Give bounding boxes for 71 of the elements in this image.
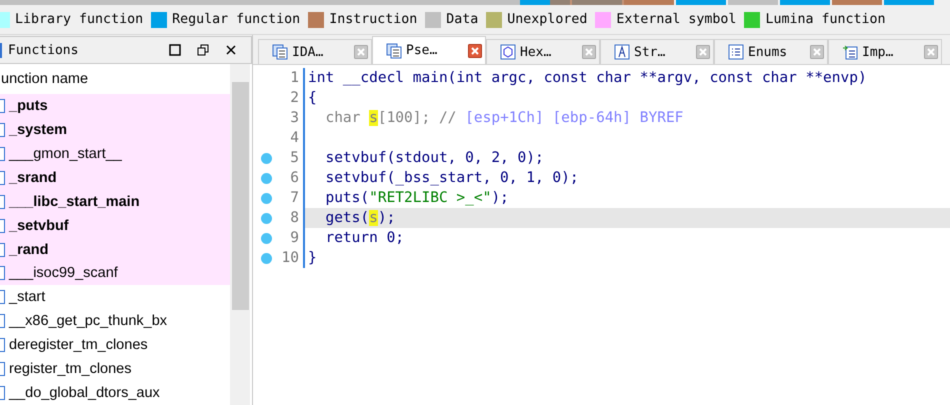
function-row[interactable]: _puts bbox=[0, 94, 230, 118]
view-tab[interactable]: Enums bbox=[714, 39, 828, 64]
letter-icon bbox=[614, 44, 630, 60]
breakpoint-dot[interactable] bbox=[261, 192, 272, 204]
line-number: 8 bbox=[289, 210, 300, 226]
breakpoint-dot[interactable] bbox=[261, 212, 272, 224]
legend-label: Instruction bbox=[329, 12, 418, 27]
view-tab[interactable]: Hex… bbox=[486, 39, 600, 64]
line-number: 6 bbox=[289, 170, 300, 186]
close-icon[interactable] bbox=[468, 44, 482, 58]
document-icon bbox=[386, 42, 402, 58]
breakpoint-dot[interactable] bbox=[261, 172, 272, 184]
breakpoint-dot[interactable] bbox=[261, 152, 272, 164]
scrollbar[interactable] bbox=[230, 64, 250, 405]
code-line: int __cdecl main(int argc, const char **argv, const char **envp) bbox=[307, 70, 867, 86]
function-name: _setvbuf bbox=[9, 218, 69, 234]
legend-label: Unexplored bbox=[507, 12, 588, 27]
function-name: _puts bbox=[9, 98, 48, 114]
code-line: return 0; bbox=[324, 230, 404, 246]
function-name: _rand bbox=[9, 242, 48, 258]
function-name: _system bbox=[9, 122, 68, 138]
function-row[interactable]: ___libc_start_main bbox=[0, 190, 230, 214]
function-name: _start bbox=[9, 289, 46, 306]
legend-label: Regular function bbox=[172, 12, 300, 27]
restore-icon[interactable] bbox=[197, 44, 209, 56]
line-number: 9 bbox=[289, 230, 300, 246]
code-line: gets(s); bbox=[324, 210, 396, 226]
legend-label: Library function bbox=[15, 12, 144, 27]
code-line: } bbox=[307, 250, 317, 266]
function-name: _srand bbox=[9, 170, 57, 186]
maximize-icon[interactable] bbox=[169, 44, 181, 56]
function-row[interactable]: _setvbuf bbox=[0, 214, 230, 238]
view-tab[interactable]: Str… bbox=[600, 39, 714, 64]
code-line: setvbuf(_bss_start, 0, 1, 0); bbox=[324, 170, 579, 186]
view-tab[interactable]: Imp… bbox=[828, 39, 942, 64]
code-line: puts("RET2LIBC >_<"); bbox=[324, 190, 509, 206]
function-row[interactable]: _srand bbox=[0, 166, 230, 190]
line-number: 1 bbox=[289, 70, 300, 86]
breakpoint-dot[interactable] bbox=[261, 252, 272, 264]
function-row[interactable]: _rand bbox=[0, 238, 230, 262]
code-line: setvbuf(stdout, 0, 2, 0); bbox=[324, 150, 544, 166]
function-name: __x86_get_pc_thunk_bx bbox=[9, 313, 168, 330]
line-number: 3 bbox=[289, 110, 300, 126]
function-name: register_tm_clones bbox=[9, 361, 132, 378]
function-row[interactable]: ___isoc99_scanf bbox=[0, 261, 230, 286]
function-name: ___gmon_start__ bbox=[9, 146, 122, 162]
function-name: ___libc_start_main bbox=[9, 194, 140, 210]
breakpoint-dot[interactable] bbox=[261, 232, 272, 244]
function-name: ___isoc99_scanf bbox=[9, 265, 118, 282]
document-icon bbox=[272, 44, 288, 60]
function-name: deregister_tm_clones bbox=[9, 337, 148, 354]
line-number: 4 bbox=[289, 130, 300, 146]
column-header[interactable]: unction name bbox=[0, 64, 230, 94]
view-tab[interactable]: IDA… bbox=[258, 39, 372, 64]
legend-label: External symbol bbox=[616, 12, 736, 27]
line-number: 7 bbox=[289, 190, 300, 206]
legend-label: Lumina function bbox=[765, 12, 886, 27]
function-row[interactable]: _system bbox=[0, 118, 230, 142]
panel-title: Functions bbox=[0, 42, 153, 58]
line-number: 2 bbox=[289, 90, 300, 106]
function-row[interactable]: ___gmon_start__ bbox=[0, 142, 230, 166]
line-number: 10 bbox=[280, 250, 300, 266]
function-name: __do_global_dtors_aux bbox=[9, 385, 160, 402]
code-line: char s[100]; // [esp+1Ch] [ebp-64h] BYREF bbox=[324, 110, 684, 126]
import-icon bbox=[842, 44, 858, 60]
close-icon[interactable] bbox=[225, 44, 237, 56]
view-tab[interactable]: Pse… bbox=[372, 36, 486, 64]
line-number: 5 bbox=[289, 150, 300, 166]
list-icon bbox=[728, 44, 744, 60]
code-line: { bbox=[307, 90, 317, 106]
legend-label: Data bbox=[446, 12, 478, 27]
